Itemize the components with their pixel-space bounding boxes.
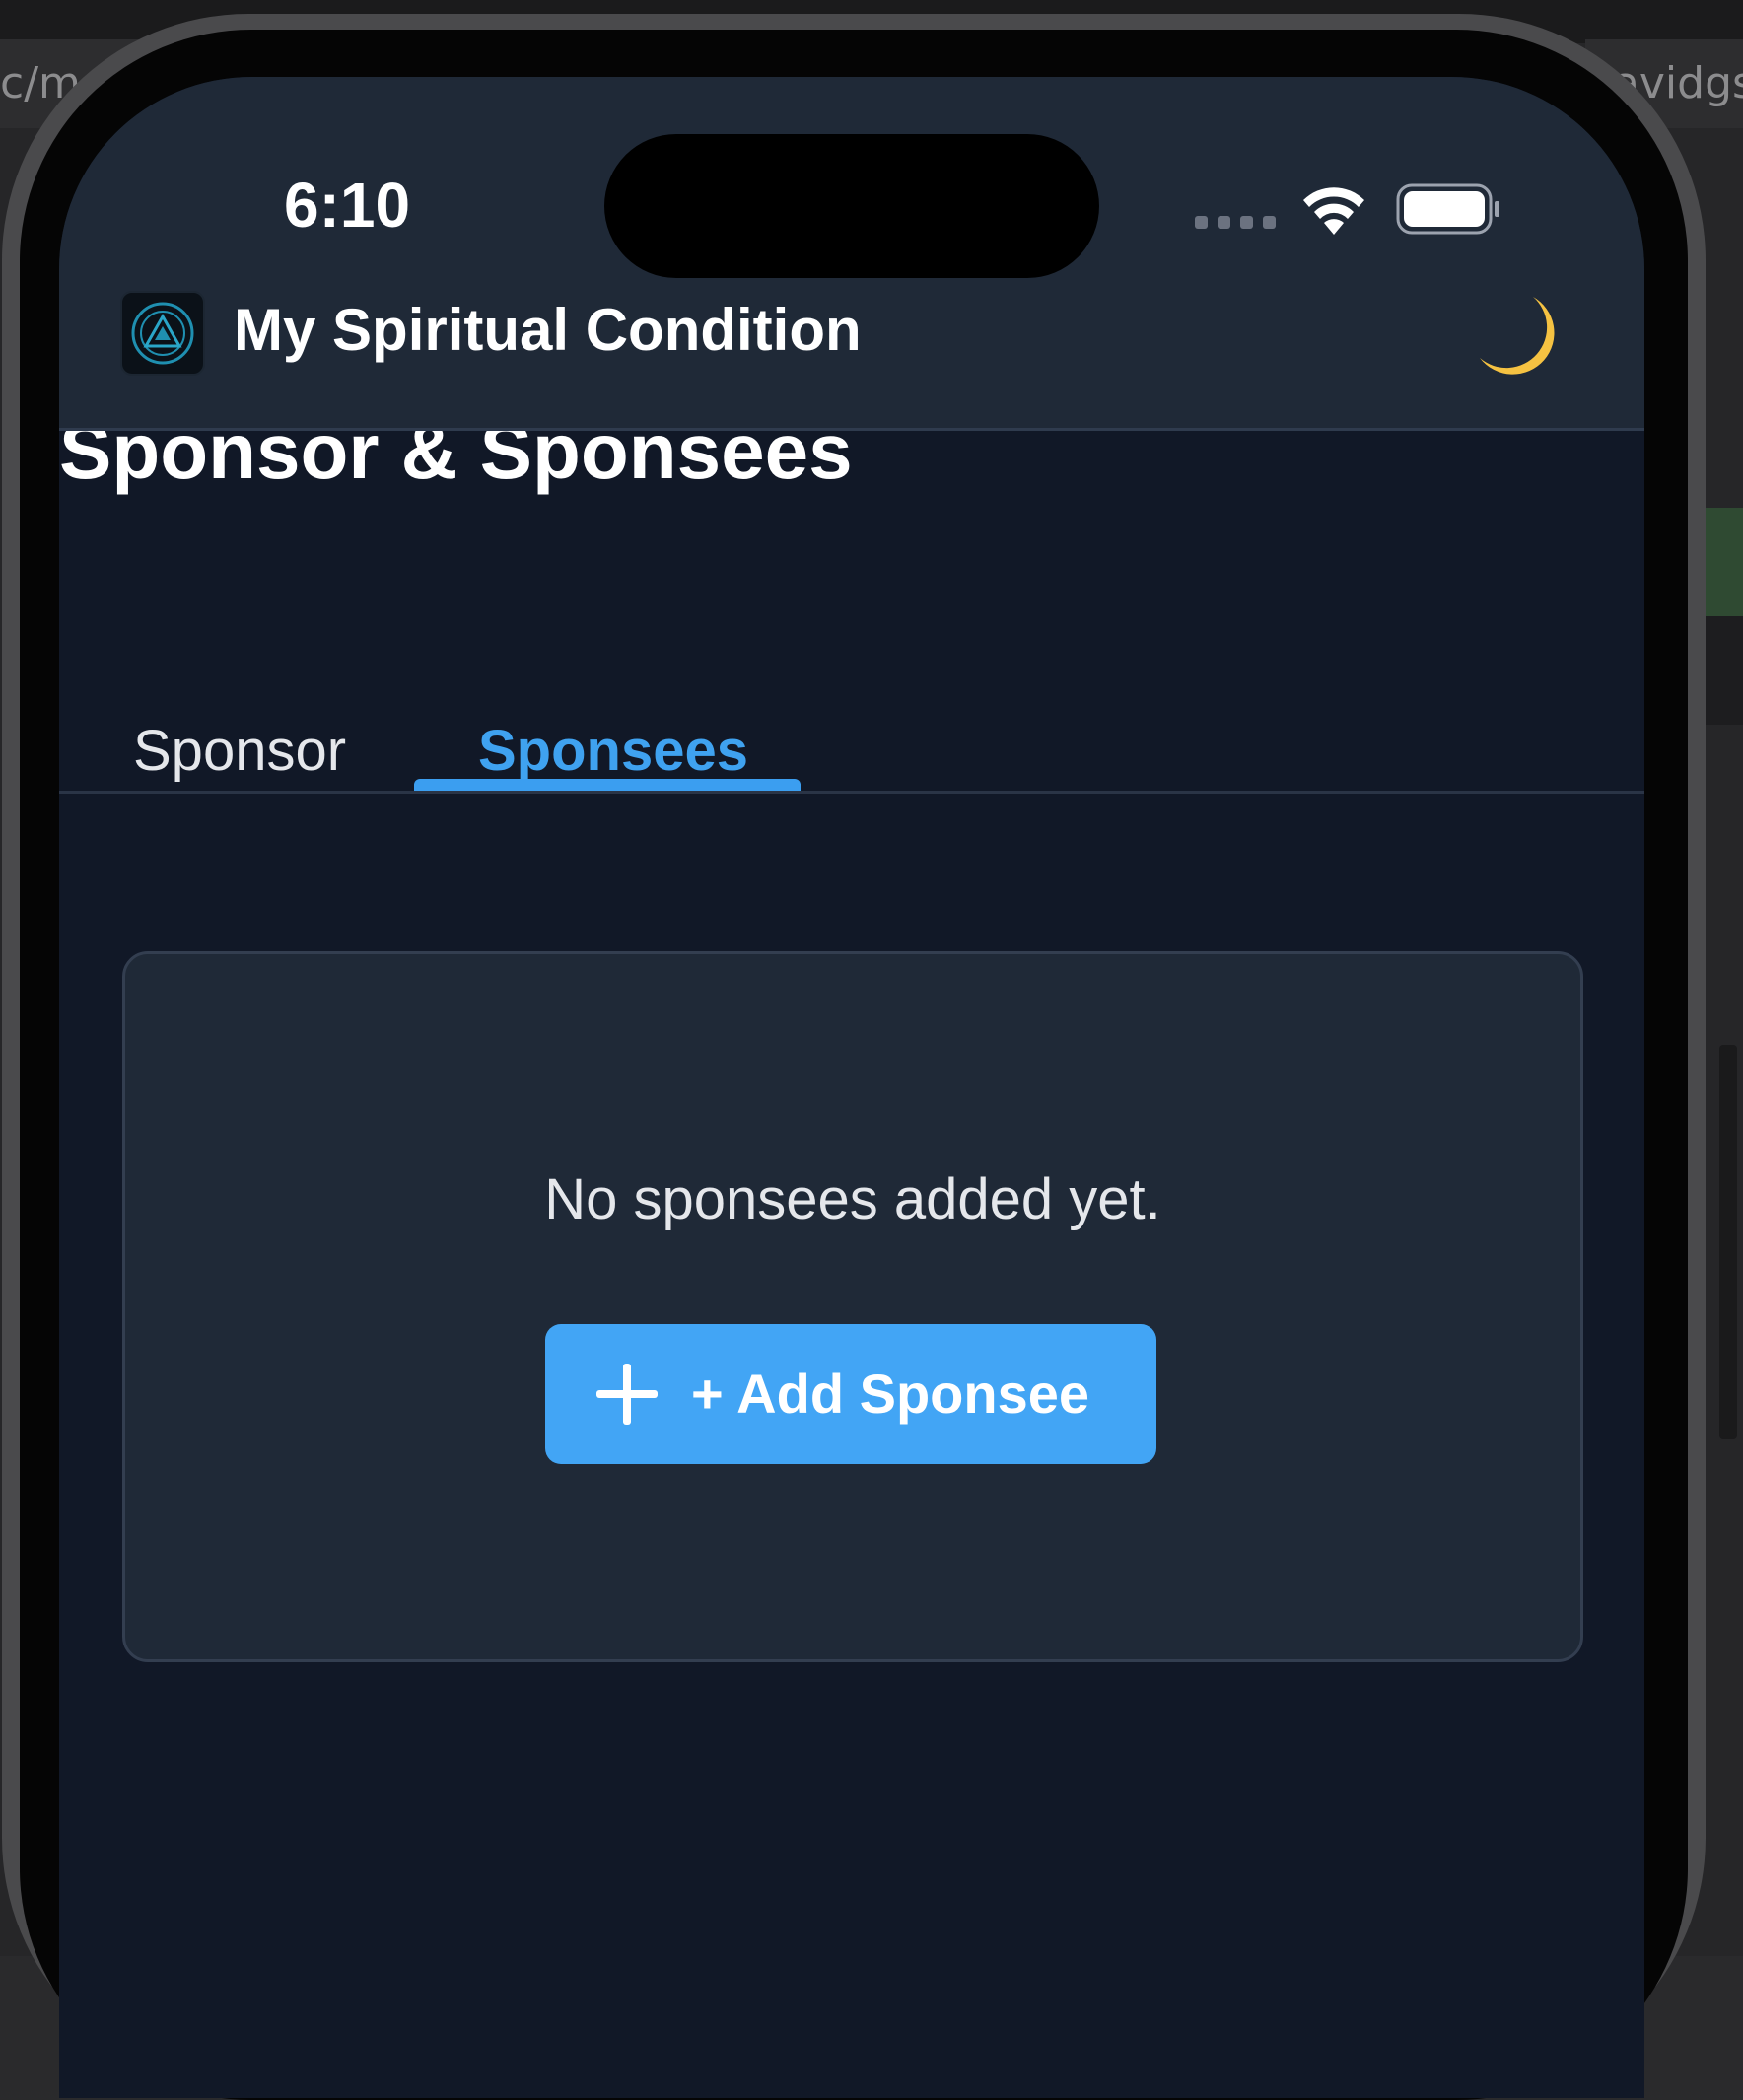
moon-icon[interactable] [1472, 289, 1567, 384]
empty-state-message: No sponsees added yet. [544, 1167, 1161, 1231]
sponsor-tabs: Sponsor Sponsees [59, 668, 1644, 794]
tab-sponsees[interactable]: Sponsees [478, 718, 748, 784]
active-tab-indicator [414, 779, 801, 791]
phone-screen: Sponsor & Sponsees 6:10 My Spiritual Con [59, 77, 1644, 2098]
wifi-icon [1303, 187, 1364, 235]
status-time: 6:10 [284, 170, 411, 241]
sponsees-empty-card: No sponsees added yet. + Add Sponsee [122, 951, 1583, 1662]
desktop-green-panel [1704, 508, 1743, 616]
desktop-scrollbar[interactable] [1719, 1045, 1737, 1439]
cellular-signal-icon [1195, 216, 1276, 230]
tab-sponsor[interactable]: Sponsor [133, 718, 346, 784]
desktop-side-panel [1704, 616, 1743, 725]
add-sponsee-button[interactable]: + Add Sponsee [545, 1324, 1156, 1464]
app-header: 6:10 My Spiritual Condition [59, 77, 1644, 431]
add-sponsee-label: + Add Sponsee [691, 1363, 1090, 1425]
app-title: My Spiritual Condition [234, 297, 862, 363]
dynamic-island [604, 134, 1099, 278]
plus-icon [596, 1364, 658, 1425]
battery-icon [1396, 183, 1499, 235]
aa-logo-icon [120, 291, 205, 376]
